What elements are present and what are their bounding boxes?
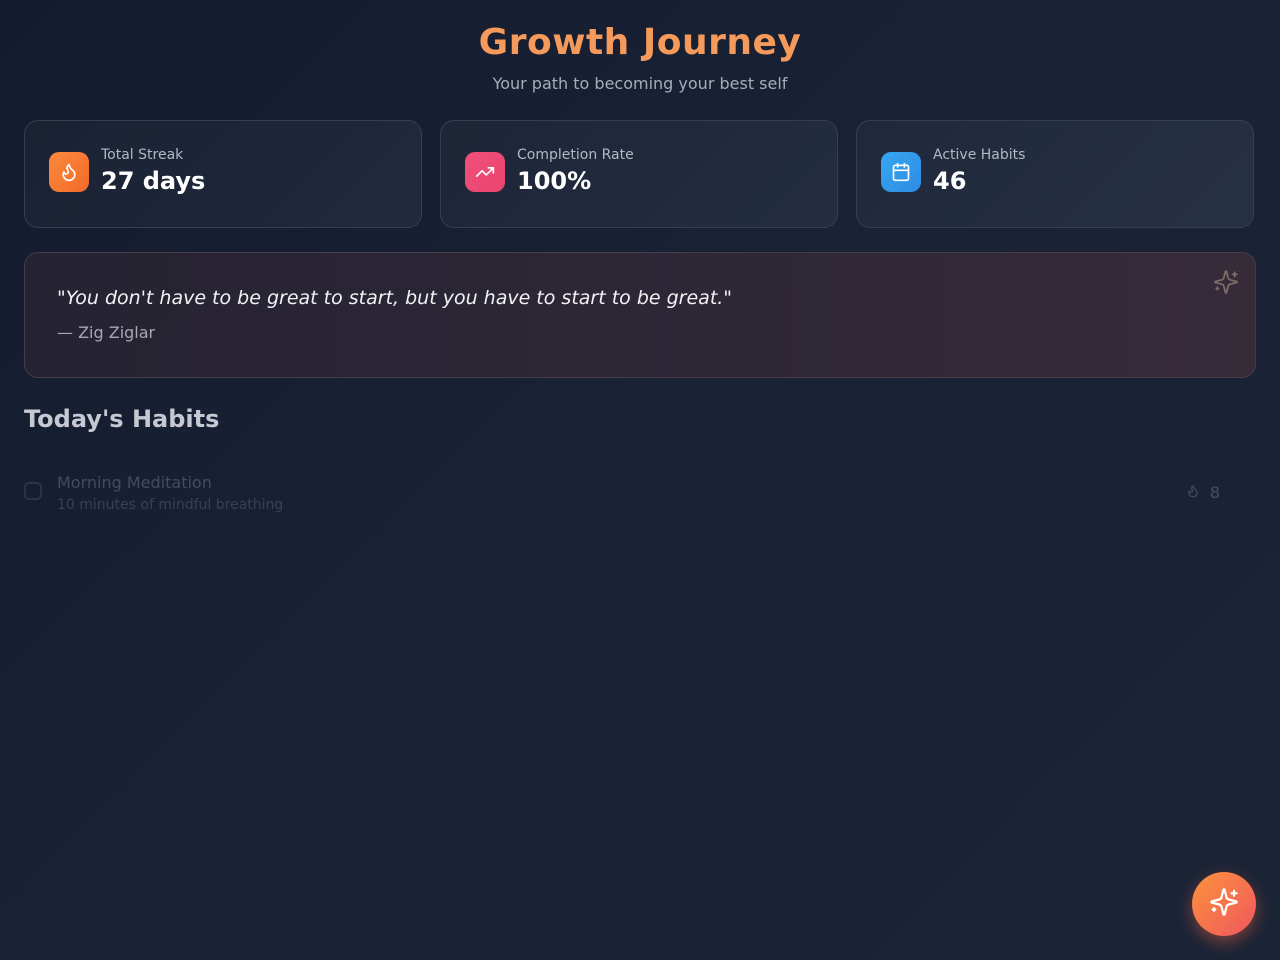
habit-item[interactable]: Morning Meditation 10 minutes of mindful… <box>24 464 1256 524</box>
stat-value: 46 <box>933 167 967 195</box>
page-subtitle: Your path to becoming your best self <box>492 74 788 93</box>
sparkles-icon <box>1209 887 1239 921</box>
stat-card-total-streak: Total Streak 27 days <box>24 120 422 228</box>
habit-name: Morning Meditation <box>57 473 212 492</box>
habit-streak: 8 <box>1186 483 1220 502</box>
sparkles-icon <box>1213 269 1239 295</box>
calendar-icon <box>881 152 921 192</box>
habit-streak-count: 8 <box>1209 483 1220 502</box>
stat-value: 100% <box>517 167 592 195</box>
stat-card-completion-rate: Completion Rate 100% <box>440 120 838 228</box>
stat-label: Total Streak <box>101 147 184 163</box>
quote-author: — Zig Ziglar <box>57 323 156 342</box>
habit-checkbox[interactable] <box>24 482 42 500</box>
flame-icon <box>49 152 89 192</box>
quote-text: "You don't have to be great to start, bu… <box>57 287 733 309</box>
ai-assistant-button[interactable] <box>1192 872 1256 936</box>
trending-up-icon <box>465 152 505 192</box>
page-title: Growth Journey <box>478 22 802 63</box>
flame-icon <box>1186 483 1200 502</box>
stat-label: Completion Rate <box>517 147 634 163</box>
stat-value: 27 days <box>101 167 206 195</box>
stat-card-active-habits: Active Habits 46 <box>856 120 1254 228</box>
habit-description: 10 minutes of mindful breathing <box>57 497 284 513</box>
quote-card: "You don't have to be great to start, bu… <box>24 252 1256 378</box>
section-title-todays-habits: Today's Habits <box>24 405 220 433</box>
stats-row: Total Streak 27 days Completion Rate 100… <box>24 120 1256 230</box>
stat-label: Active Habits <box>933 147 1026 163</box>
